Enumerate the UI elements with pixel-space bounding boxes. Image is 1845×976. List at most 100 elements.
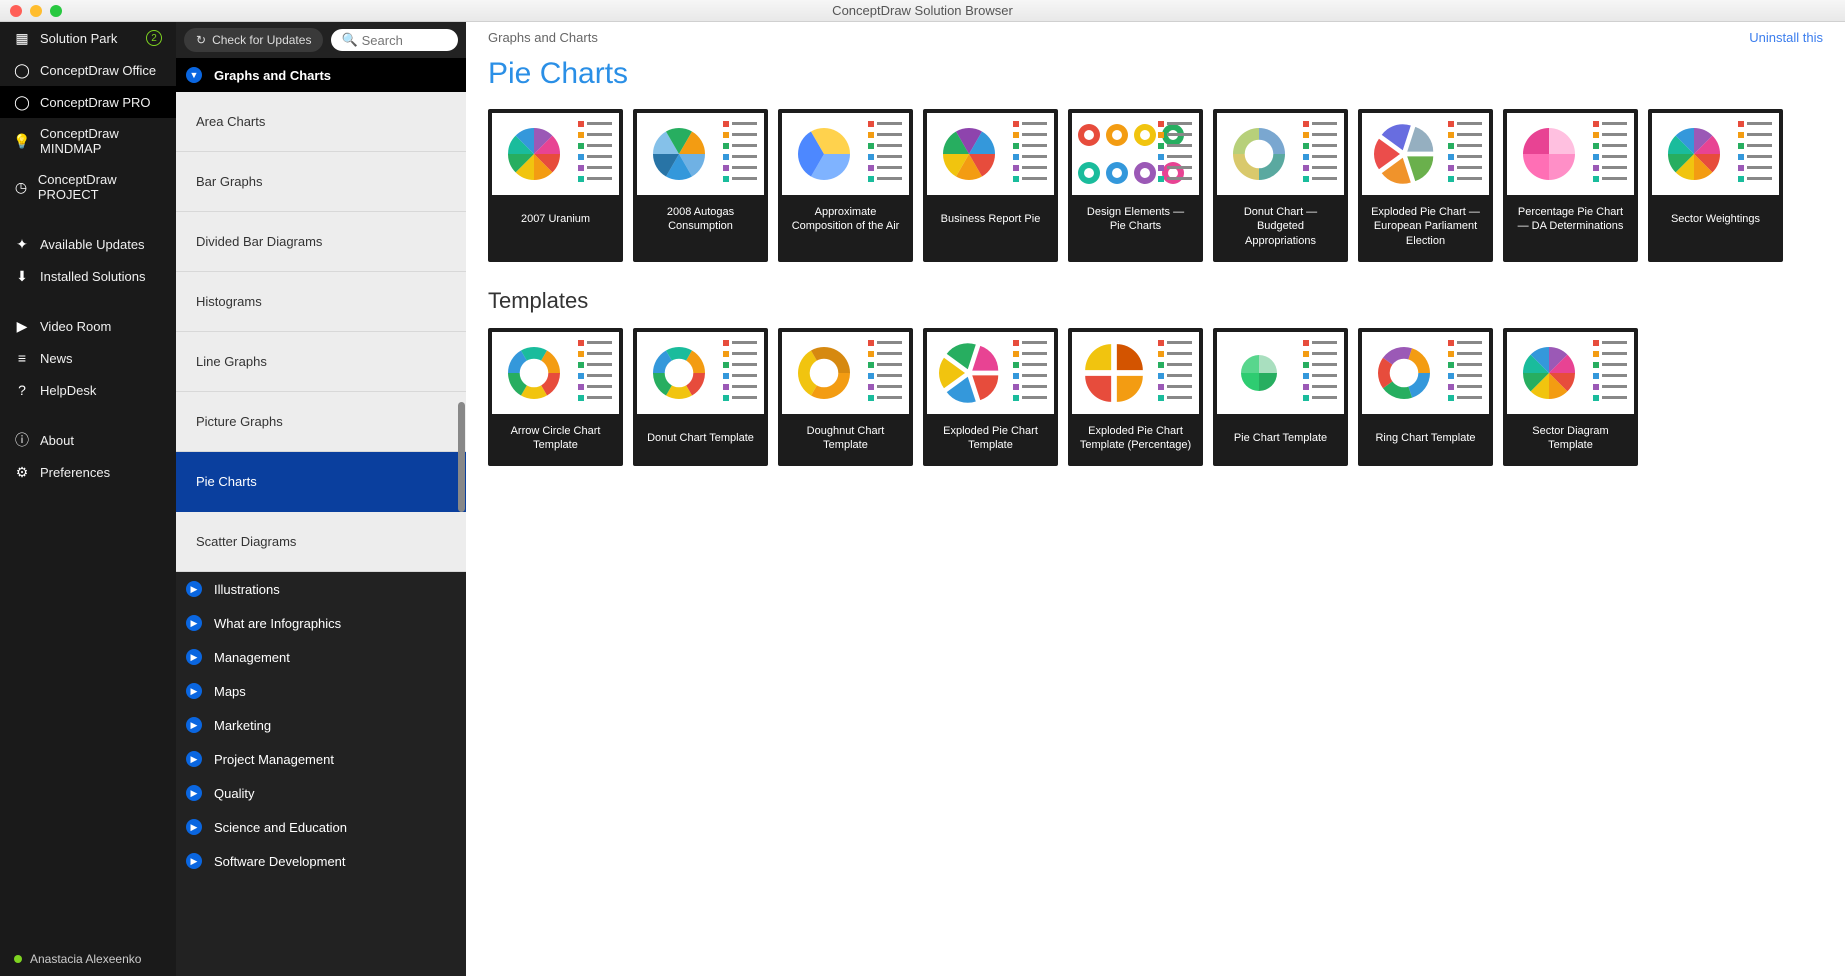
subcategory-pie-charts[interactable]: Pie Charts: [176, 452, 466, 512]
refresh-icon: ↻: [196, 33, 206, 47]
category-label: Science and Education: [214, 820, 347, 835]
thumbnail-card[interactable]: 2008 Autogas Consumption: [633, 109, 768, 262]
category-what-are-infographics[interactable]: ▶What are Infographics: [176, 606, 466, 640]
expand-icon: ▶: [186, 649, 202, 665]
thumbnail-card[interactable]: Approximate Composition of the Air: [778, 109, 913, 262]
page-title: Pie Charts: [466, 49, 1845, 109]
templates-heading: Templates: [466, 262, 1845, 328]
sidebar-item-installed-solutions[interactable]: ⬇ Installed Solutions: [0, 260, 176, 292]
category-science-and-education[interactable]: ▶Science and Education: [176, 810, 466, 844]
thumbnail-card[interactable]: Exploded Pie Chart Template (Percentage): [1068, 328, 1203, 467]
thumbnail-caption: Exploded Pie Chart Template (Percentage): [1072, 414, 1199, 463]
sidebar-item-label: Installed Solutions: [40, 269, 146, 284]
category-label: Management: [214, 650, 290, 665]
zoom-window-button[interactable]: [50, 5, 62, 17]
breadcrumb: Graphs and Charts: [488, 30, 598, 45]
subcategory-bar-graphs[interactable]: Bar Graphs: [176, 152, 466, 212]
search-box[interactable]: 🔍: [331, 29, 458, 51]
sparkle-icon: ✦: [14, 236, 30, 252]
category-marketing[interactable]: ▶Marketing: [176, 708, 466, 742]
thumbnail-card[interactable]: Exploded Pie Chart Template: [923, 328, 1058, 467]
thumbnail-caption: Percentage Pie Chart — DA Determinations: [1507, 195, 1634, 244]
sidebar-item-helpdesk[interactable]: ? HelpDesk: [0, 374, 176, 406]
category-illustrations[interactable]: ▶Illustrations: [176, 572, 466, 606]
category-project-management[interactable]: ▶ Project Management: [176, 742, 466, 776]
category-maps[interactable]: ▶Maps: [176, 674, 466, 708]
thumbnail-card[interactable]: Arrow Circle Chart Template: [488, 328, 623, 467]
titlebar: ConceptDraw Solution Browser: [0, 0, 1845, 22]
search-input[interactable]: [362, 33, 448, 48]
category-software-development[interactable]: ▶Software Development: [176, 844, 466, 878]
sidebar-item-label: HelpDesk: [40, 383, 96, 398]
thumbnail-card[interactable]: Design Elements — Pie Charts: [1068, 109, 1203, 262]
sidebar-item-video-room[interactable]: ▶ Video Room: [0, 310, 176, 342]
expand-icon: ▶: [186, 615, 202, 631]
sidebar-item-label: ConceptDraw Office: [40, 63, 156, 78]
category-label: Project Management: [214, 752, 334, 767]
sidebar-item-label: Available Updates: [40, 237, 145, 252]
subcategory-scatter-diagrams[interactable]: Scatter Diagrams: [176, 512, 466, 572]
thumbnail-preview: [1072, 332, 1199, 414]
thumbnail-card[interactable]: Sector Weightings: [1648, 109, 1783, 262]
thumbnail-card[interactable]: Sector Diagram Template: [1503, 328, 1638, 467]
info-icon: ⓘ: [14, 432, 30, 448]
close-window-button[interactable]: [10, 5, 22, 17]
sidebar-item-label: Preferences: [40, 465, 110, 480]
subcategory-histograms[interactable]: Histograms: [176, 272, 466, 332]
thumbnail-caption: 2008 Autogas Consumption: [637, 195, 764, 244]
sidebar-item-news[interactable]: ≡ News: [0, 342, 176, 374]
thumbnail-card[interactable]: Pie Chart Template: [1213, 328, 1348, 467]
thumbnail-card[interactable]: Business Report Pie: [923, 109, 1058, 262]
thumbnail-caption: 2007 Uranium: [492, 195, 619, 243]
check-updates-label: Check for Updates: [212, 33, 311, 47]
thumbnail-preview: [492, 332, 619, 414]
thumbnail-caption: Pie Chart Template: [1217, 414, 1344, 462]
thumbnail-caption: Exploded Pie Chart Template: [927, 414, 1054, 463]
sidebar-item-conceptdraw-project[interactable]: ◷ ConceptDraw PROJECT: [0, 164, 176, 210]
uninstall-link[interactable]: Uninstall this: [1749, 30, 1823, 45]
thumbnail-card[interactable]: Percentage Pie Chart — DA Determinations: [1503, 109, 1638, 262]
category-label: Maps: [214, 684, 246, 699]
thumbnail-caption: Design Elements — Pie Charts: [1072, 195, 1199, 244]
thumbnail-card[interactable]: Ring Chart Template: [1358, 328, 1493, 467]
window-title: ConceptDraw Solution Browser: [832, 3, 1013, 18]
subcategory-picture-graphs[interactable]: Picture Graphs: [176, 392, 466, 452]
question-icon: ?: [14, 382, 30, 398]
subcategory-divided-bar-diagrams[interactable]: Divided Bar Diagrams: [176, 212, 466, 272]
check-updates-button[interactable]: ↻ Check for Updates: [184, 28, 323, 52]
category-management[interactable]: ▶ Management: [176, 640, 466, 674]
sidebar-item-available-updates[interactable]: ✦ Available Updates: [0, 228, 176, 260]
online-indicator-icon: [14, 955, 22, 963]
thumbnail-preview: [1217, 332, 1344, 414]
sidebar: ▦ Solution Park2◯ ConceptDraw Office◯ Co…: [0, 22, 176, 976]
subcategory-area-charts[interactable]: Area Charts: [176, 92, 466, 152]
thumbnail-preview: [637, 113, 764, 195]
sidebar-item-conceptdraw-pro[interactable]: ◯ ConceptDraw PRO: [0, 86, 176, 118]
thumbnail-caption: Exploded Pie Chart — European Parliament…: [1362, 195, 1489, 258]
category-quality[interactable]: ▶Quality: [176, 776, 466, 810]
circle-icon: ◯: [14, 94, 30, 110]
sidebar-item-conceptdraw-office[interactable]: ◯ ConceptDraw Office: [0, 54, 176, 86]
expand-icon: ▶: [186, 751, 202, 767]
thumbnail-card[interactable]: Exploded Pie Chart — European Parliament…: [1358, 109, 1493, 262]
thumbnail-preview: [1217, 113, 1344, 195]
thumbnail-caption: Sector Diagram Template: [1507, 414, 1634, 463]
thumbnail-card[interactable]: Doughnut Chart Template: [778, 328, 913, 467]
circle-icon: ◯: [14, 62, 30, 78]
category-header[interactable]: ▼ Graphs and Charts: [176, 58, 466, 92]
thumbnail-card[interactable]: Donut Chart Template: [633, 328, 768, 467]
sidebar-item-preferences[interactable]: ⚙ Preferences: [0, 456, 176, 488]
thumbnail-caption: Donut Chart Template: [637, 414, 764, 462]
thumbnail-preview: [782, 113, 909, 195]
category-header-label: Graphs and Charts: [214, 68, 331, 83]
thumbnail-caption: Doughnut Chart Template: [782, 414, 909, 463]
thumbnail-card[interactable]: Donut Chart — Budgeted Appropriations: [1213, 109, 1348, 262]
sidebar-item-solution-park[interactable]: ▦ Solution Park2: [0, 22, 176, 54]
scrollbar[interactable]: [458, 402, 465, 512]
subcategory-line-graphs[interactable]: Line Graphs: [176, 332, 466, 392]
minimize-window-button[interactable]: [30, 5, 42, 17]
sidebar-item-conceptdraw-mindmap[interactable]: 💡 ConceptDraw MINDMAP: [0, 118, 176, 164]
category-label: Marketing: [214, 718, 271, 733]
sidebar-item-about[interactable]: ⓘ About: [0, 424, 176, 456]
thumbnail-card[interactable]: 2007 Uranium: [488, 109, 623, 262]
